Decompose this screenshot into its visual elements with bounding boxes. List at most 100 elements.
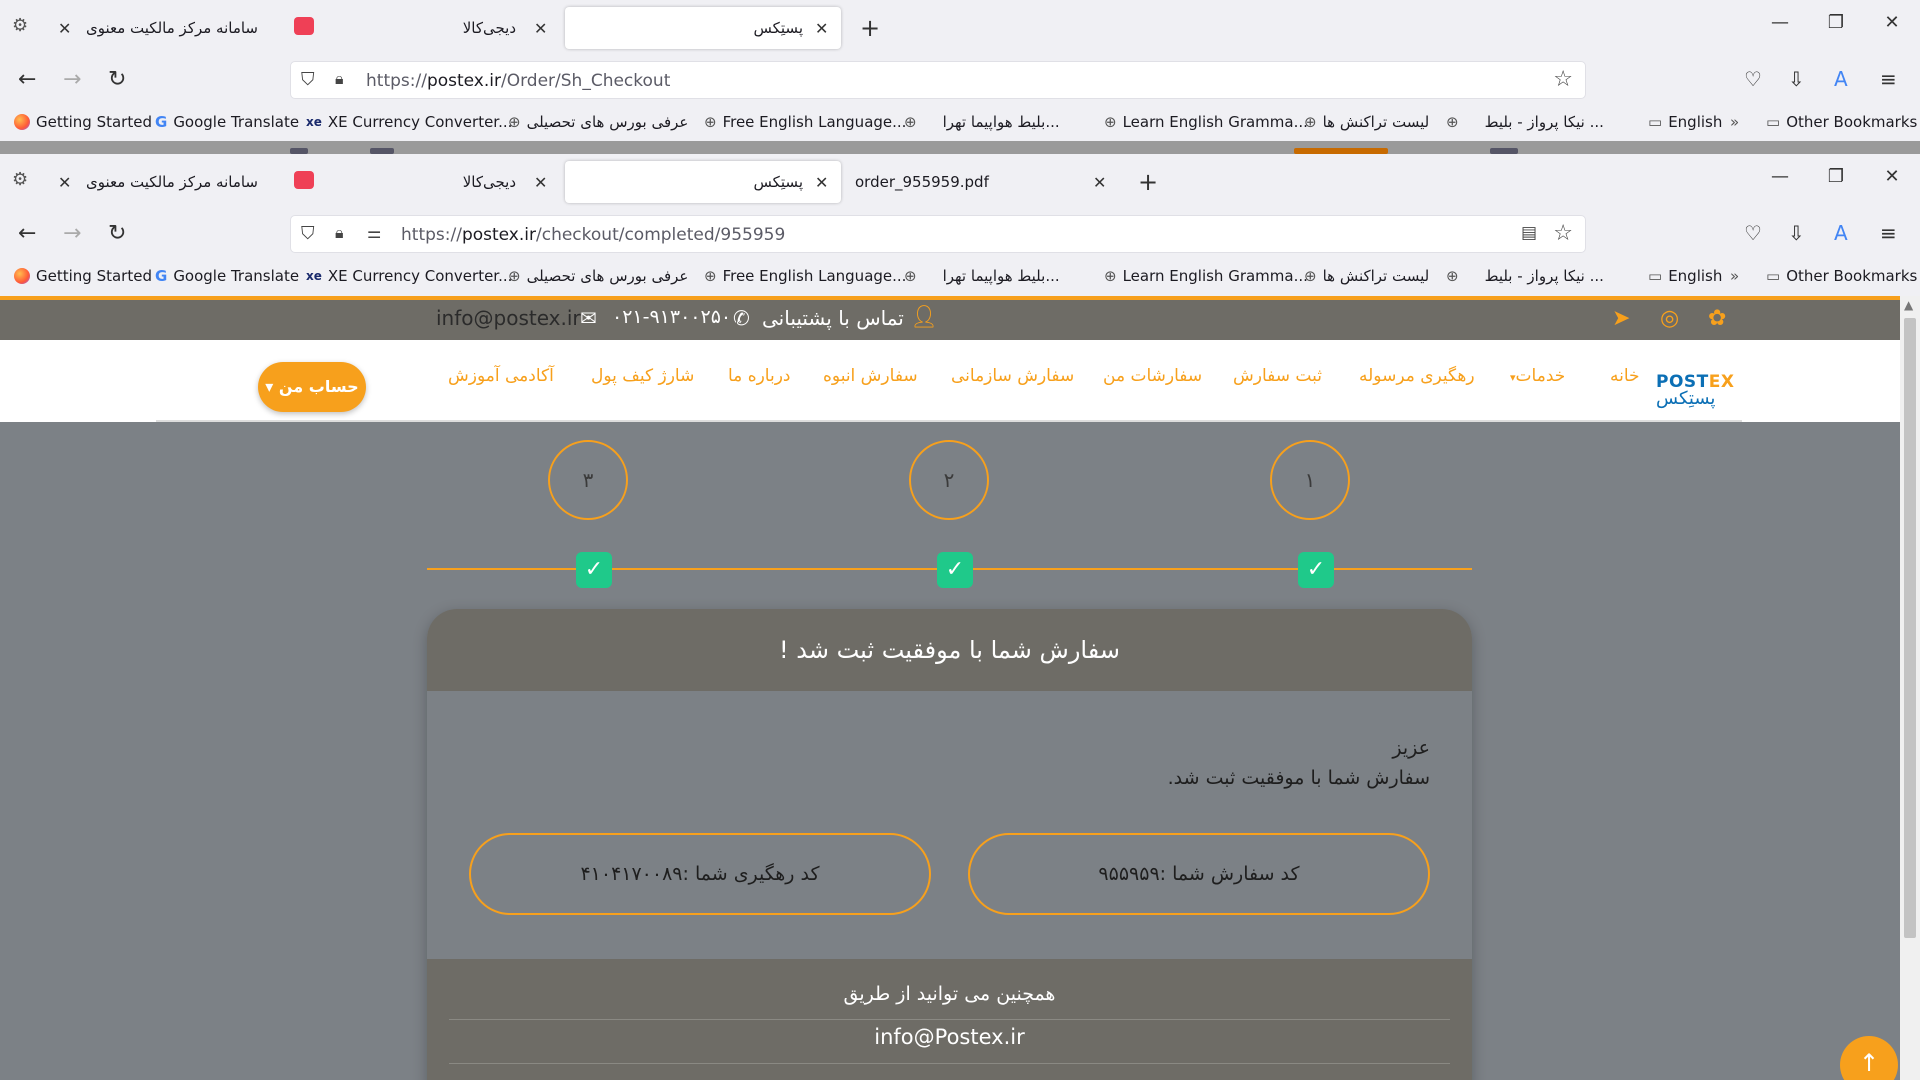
bookmark-grammar[interactable]: ⊕ Learn English Gramma...	[1104, 267, 1308, 285]
bookmark-google-translate[interactable]: G Google Translate	[155, 267, 299, 285]
page-scrollbar[interactable]: ▲	[1900, 296, 1920, 1080]
close-icon[interactable]: ✕	[815, 19, 828, 38]
globe-icon: ⊕	[1104, 113, 1117, 131]
shield-icon[interactable]: ⛉	[301, 69, 315, 90]
bookmark-transactions[interactable]: ⊕ لیست تراکنش ها	[1304, 267, 1429, 285]
menu-icon[interactable]: ≡	[1880, 67, 1897, 91]
my-account-button[interactable]: حساب من ▾	[258, 362, 366, 412]
topbar-phone[interactable]: ۰۲۱-۹۱۳۰۰۲۵۰	[612, 306, 731, 328]
reload-icon[interactable]: ↻	[108, 221, 126, 246]
bookmark-english-folder[interactable]: ▭ English	[1648, 113, 1722, 131]
tab-postex[interactable]: ✕ پستِکس	[565, 7, 841, 49]
bookmark-flight[interactable]: ⊕ بلیط هواپیما تهرا...	[904, 267, 1060, 285]
translate-icon[interactable]: A	[1834, 67, 1848, 91]
nav-home[interactable]: خانه	[1610, 366, 1640, 386]
nav-bulk-order[interactable]: سفارش انبوه	[823, 366, 918, 386]
bookmark-nika[interactable]: ⊕ نیکا پرواز - بلیط ...	[1446, 267, 1604, 285]
tab-postex[interactable]: ✕ پستِکس	[565, 161, 841, 203]
postex-logo[interactable]: POSTEX پستِکس	[1656, 372, 1734, 409]
nav-wallet[interactable]: شارژ کیف پول	[591, 366, 694, 386]
lock-icon[interactable]: 🔒︎	[335, 223, 344, 243]
bookmark-xe[interactable]: xe XE Currency Converter...	[306, 113, 512, 131]
bookmark-other[interactable]: ▭ Other Bookmarks	[1766, 267, 1917, 285]
bookmark-grammar[interactable]: ⊕ Learn English Gramma...	[1104, 113, 1308, 131]
url-text[interactable]: https://postex.ir/checkout/completed/955…	[401, 225, 785, 245]
scroll-up-icon[interactable]: ▲	[1904, 298, 1913, 312]
bookmark-other[interactable]: ▭ Other Bookmarks	[1766, 113, 1917, 131]
nav-my-orders[interactable]: سفارشات من	[1103, 366, 1202, 386]
instagram-icon[interactable]: ◎	[1660, 306, 1679, 331]
bookmark-english-folder[interactable]: ▭ English	[1648, 267, 1722, 285]
bookmark-nika[interactable]: ⊕ نیکا پرواز - بلیط ...	[1446, 113, 1604, 131]
tab-order-pdf[interactable]: order_955959.pdf ✕	[845, 161, 1115, 203]
menu-icon[interactable]: ≡	[1880, 221, 1897, 245]
nav-about[interactable]: درباره ما	[728, 366, 791, 386]
pocket-icon[interactable]: ♡	[1744, 221, 1762, 245]
bookmark-google-translate[interactable]: G Google Translate	[155, 113, 299, 131]
restore-icon[interactable]: ❐	[1808, 166, 1864, 187]
footer-email[interactable]: info@Postex.ir	[427, 1025, 1472, 1049]
bookmark-free-english[interactable]: ⊕ Free English Language...	[704, 113, 906, 131]
download-icon[interactable]: ⇩	[1788, 221, 1805, 245]
bookmark-free-english[interactable]: ⊕ Free English Language...	[704, 267, 906, 285]
translate-icon[interactable]: A	[1834, 221, 1848, 245]
reload-icon[interactable]: ↻	[108, 67, 126, 92]
url-bar[interactable]: ⛉ 🔒︎ ⚌ https://postex.ir/checkout/comple…	[290, 215, 1586, 253]
bookmark-scholarship[interactable]: ⊕ عرفی بورس های تحصیلی	[508, 113, 688, 131]
tab-list-icon[interactable]: ⚙	[12, 15, 28, 36]
bookmarks-overflow-icon[interactable]: »	[1730, 113, 1739, 131]
contact-topbar: info@postex.ir ✉ ۰۲۱-۹۱۳۰۰۲۵۰ ✆ تماس با …	[0, 296, 1900, 340]
scroll-to-top-button[interactable]: ↑	[1840, 1036, 1898, 1080]
back-icon[interactable]: ←	[18, 221, 36, 246]
restore-icon[interactable]: ❐	[1808, 12, 1864, 33]
topbar-email[interactable]: info@postex.ir	[436, 306, 581, 330]
tab-digikala[interactable]: ✕ دیجی‌کالا	[330, 7, 554, 49]
forward-icon[interactable]: →	[63, 221, 81, 246]
reader-view-icon[interactable]: ▤	[1521, 223, 1537, 243]
permissions-icon[interactable]: ⚌	[367, 223, 381, 242]
bookmark-transactions[interactable]: ⊕ لیست تراکنش ها	[1304, 113, 1429, 131]
bookmark-scholarship[interactable]: ⊕ عرفی بورس های تحصیلی	[508, 267, 688, 285]
url-scheme: https://	[366, 71, 427, 91]
close-icon[interactable]: ✕	[534, 19, 547, 38]
close-icon[interactable]: ✕	[58, 19, 71, 38]
tab-digikala[interactable]: ✕ دیجی‌کالا	[330, 161, 554, 203]
download-icon[interactable]: ⇩	[1788, 67, 1805, 91]
url-text[interactable]: https://postex.ir/Order/Sh_Checkout	[366, 71, 670, 91]
new-tab-icon[interactable]: +	[860, 14, 880, 42]
close-window-icon[interactable]: ✕	[1864, 166, 1920, 187]
nav-services[interactable]: خدمات▾	[1510, 366, 1565, 386]
nav-new-order[interactable]: ثبت سفارش	[1233, 366, 1322, 386]
scrollbar-thumb[interactable]	[1904, 318, 1916, 938]
url-bar[interactable]: ⛉ 🔒︎ https://postex.ir/Order/Sh_Checkout…	[290, 61, 1586, 99]
lock-icon[interactable]: 🔒︎	[335, 69, 344, 89]
nav-tracking[interactable]: رهگیری مرسوله	[1359, 366, 1475, 386]
minimize-icon[interactable]: —	[1752, 166, 1808, 187]
close-window-icon[interactable]: ✕	[1864, 12, 1920, 33]
nav-corporate-order[interactable]: سفارش سازمانی	[951, 366, 1074, 386]
bookmark-xe[interactable]: xe XE Currency Converter...	[306, 267, 512, 285]
bookmark-star-icon[interactable]: ☆	[1553, 221, 1573, 246]
pocket-icon[interactable]: ♡	[1744, 67, 1762, 91]
tab-list-icon[interactable]: ⚙	[12, 169, 28, 190]
close-icon[interactable]: ✕	[815, 173, 828, 192]
shield-icon[interactable]: ⛉	[301, 223, 315, 244]
bookmark-getting-started[interactable]: Getting Started	[14, 113, 152, 131]
bookmark-star-icon[interactable]: ☆	[1553, 67, 1573, 92]
close-icon[interactable]: ✕	[534, 173, 547, 192]
bookmark-getting-started[interactable]: Getting Started	[14, 267, 152, 285]
nav-academy[interactable]: آکادمی آموزش	[448, 366, 554, 386]
bookmark-flight[interactable]: ⊕ بلیط هواپیما تهرا...	[904, 113, 1060, 131]
bookmarks-overflow-icon[interactable]: »	[1730, 267, 1739, 285]
tab-iran-ip[interactable]: ✕ سامانه مرکز مالکیت معنوی	[48, 7, 270, 49]
close-icon[interactable]: ✕	[58, 173, 71, 192]
back-icon[interactable]: ←	[18, 67, 36, 92]
close-icon[interactable]: ✕	[1093, 173, 1106, 192]
tab-iran-ip[interactable]: ✕ سامانه مرکز مالکیت معنوی	[48, 161, 270, 203]
telegram-icon[interactable]: ➤	[1612, 306, 1630, 331]
tab-label: دیجی‌کالا	[462, 19, 516, 37]
new-tab-icon[interactable]: +	[1138, 168, 1158, 196]
forward-icon[interactable]: →	[63, 67, 81, 92]
aparat-icon[interactable]: ✿	[1708, 306, 1726, 331]
minimize-icon[interactable]: —	[1752, 12, 1808, 33]
